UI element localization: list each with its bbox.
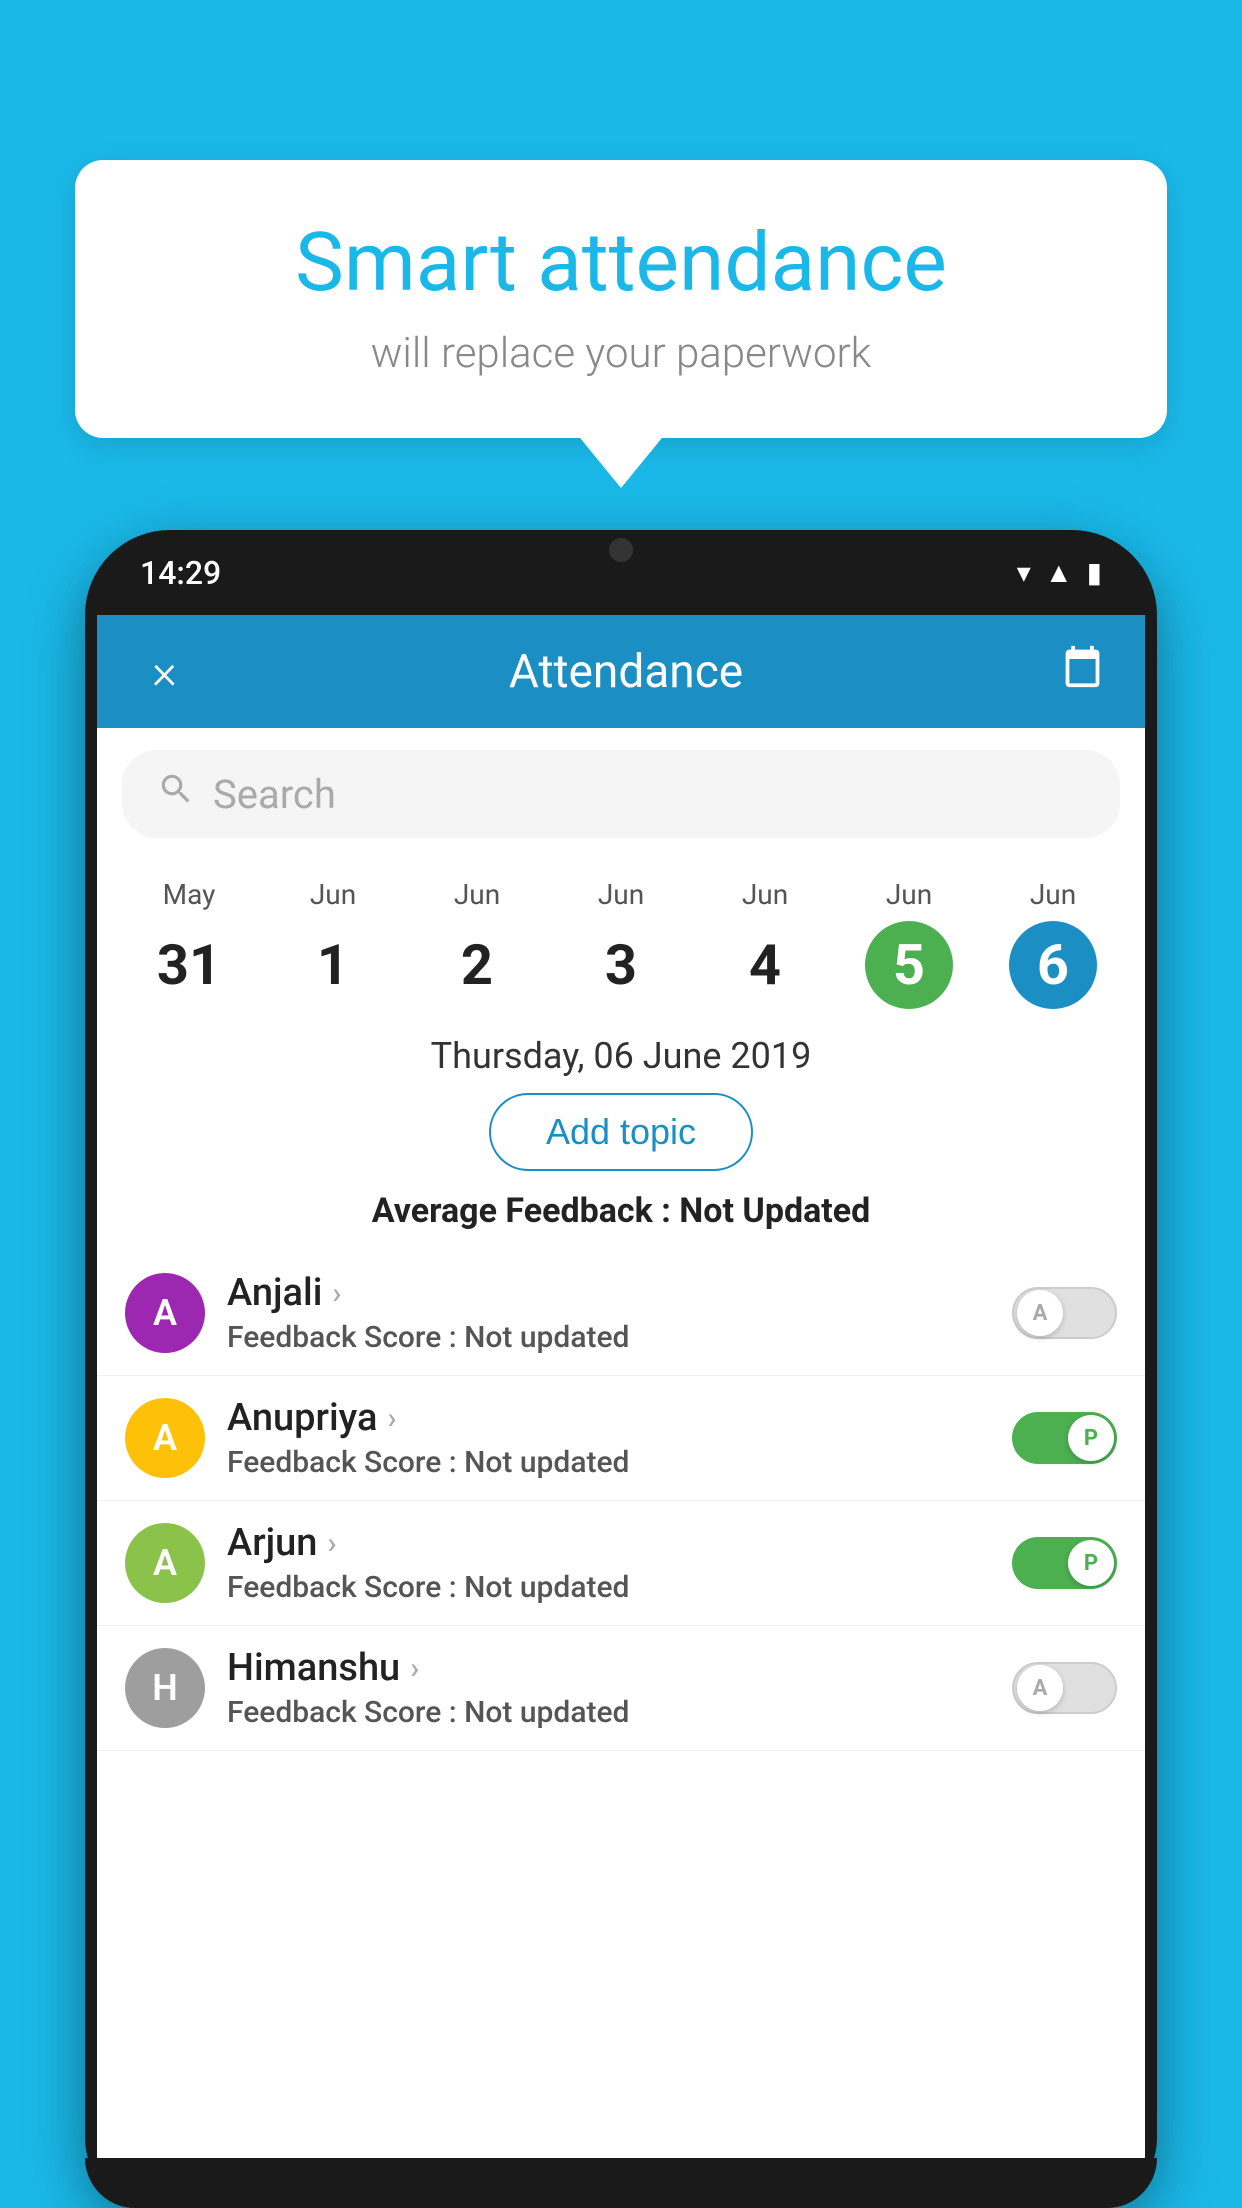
chevron-icon: ›	[410, 1651, 419, 1686]
phone-notch	[561, 530, 681, 570]
date-number: 5	[865, 921, 953, 1009]
selected-date: Thursday, 06 June 2019	[97, 1017, 1145, 1093]
avg-feedback-prefix: Average Feedback :	[372, 1191, 680, 1231]
date-month: Jun	[981, 878, 1125, 911]
phone-time: 14:29	[140, 554, 221, 592]
date-scroll: May 31 Jun 1 Jun 2 Jun 3 Jun 4 Jun 5 Jun…	[97, 860, 1145, 1017]
toggle-switch[interactable]: A	[1012, 1662, 1117, 1714]
toggle-switch[interactable]: P	[1012, 1537, 1117, 1589]
student-avatar: A	[125, 1523, 205, 1603]
student-item-3: H Himanshu › Feedback Score : Not update…	[97, 1626, 1145, 1751]
date-month: Jun	[549, 878, 693, 911]
student-feedback: Feedback Score : Not updated	[227, 1695, 990, 1730]
date-month: May	[117, 878, 261, 911]
battery-icon: ▮	[1087, 556, 1102, 589]
date-number: 31	[145, 921, 233, 1009]
student-name[interactable]: Himanshu ›	[227, 1646, 990, 1690]
date-number: 2	[433, 921, 521, 1009]
date-item-6[interactable]: Jun 6	[981, 878, 1125, 1009]
student-info: Anjali › Feedback Score : Not updated	[227, 1271, 990, 1355]
student-item-2: A Arjun › Feedback Score : Not updated P	[97, 1501, 1145, 1626]
date-item-5[interactable]: Jun 5	[837, 878, 981, 1009]
student-item-0: A Anjali › Feedback Score : Not updated …	[97, 1251, 1145, 1376]
avg-feedback-value: Not Updated	[679, 1191, 870, 1231]
toggle-knob: P	[1068, 1540, 1114, 1586]
toggle-knob: A	[1017, 1290, 1063, 1336]
attendance-toggle[interactable]: P	[1012, 1412, 1117, 1464]
date-number: 3	[577, 921, 665, 1009]
search-placeholder: Search	[213, 771, 336, 818]
student-info: Arjun › Feedback Score : Not updated	[227, 1521, 990, 1605]
front-camera	[609, 538, 633, 562]
date-number: 4	[721, 921, 809, 1009]
student-list: A Anjali › Feedback Score : Not updated …	[97, 1251, 1145, 1751]
calendar-icon[interactable]	[1060, 644, 1105, 700]
toggle-knob: A	[1017, 1665, 1063, 1711]
chevron-icon: ›	[332, 1276, 341, 1311]
app-title: Attendance	[509, 645, 743, 699]
attendance-toggle[interactable]: P	[1012, 1537, 1117, 1589]
date-month: Jun	[405, 878, 549, 911]
student-feedback: Feedback Score : Not updated	[227, 1570, 990, 1605]
toggle-switch[interactable]: P	[1012, 1412, 1117, 1464]
date-item-2[interactable]: Jun 2	[405, 878, 549, 1009]
date-number: 1	[289, 921, 377, 1009]
date-month: Jun	[693, 878, 837, 911]
date-month: Jun	[837, 878, 981, 911]
bubble-title: Smart attendance	[145, 215, 1097, 311]
status-bar: 14:29 ▾ ▲ ▮	[85, 530, 1157, 615]
search-icon	[157, 770, 195, 818]
attendance-toggle[interactable]: A	[1012, 1662, 1117, 1714]
wifi-icon: ▾	[1017, 556, 1031, 589]
student-info: Himanshu › Feedback Score : Not updated	[227, 1646, 990, 1730]
student-feedback: Feedback Score : Not updated	[227, 1445, 990, 1480]
date-item-0[interactable]: May 31	[117, 878, 261, 1009]
app-header: × Attendance	[97, 615, 1145, 728]
student-feedback: Feedback Score : Not updated	[227, 1320, 990, 1355]
phone-frame: 14:29 ▾ ▲ ▮ × Attendance	[85, 530, 1157, 2208]
chevron-icon: ›	[327, 1526, 336, 1561]
phone-bottom	[85, 2158, 1157, 2208]
bubble-subtitle: will replace your paperwork	[145, 329, 1097, 378]
chevron-icon: ›	[387, 1401, 396, 1436]
student-avatar: A	[125, 1398, 205, 1478]
date-month: Jun	[261, 878, 405, 911]
date-item-3[interactable]: Jun 3	[549, 878, 693, 1009]
student-avatar: A	[125, 1273, 205, 1353]
student-name[interactable]: Arjun ›	[227, 1521, 990, 1565]
student-avatar: H	[125, 1648, 205, 1728]
search-bar[interactable]: Search	[122, 750, 1120, 838]
student-name[interactable]: Anupriya ›	[227, 1396, 990, 1440]
date-item-1[interactable]: Jun 1	[261, 878, 405, 1009]
date-item-4[interactable]: Jun 4	[693, 878, 837, 1009]
close-button[interactable]: ×	[137, 643, 192, 700]
speech-bubble: Smart attendance will replace your paper…	[75, 160, 1167, 438]
add-topic-button[interactable]: Add topic	[489, 1093, 753, 1171]
student-info: Anupriya › Feedback Score : Not updated	[227, 1396, 990, 1480]
avg-feedback: Average Feedback : Not Updated	[97, 1191, 1145, 1231]
toggle-switch[interactable]: A	[1012, 1287, 1117, 1339]
student-item-1: A Anupriya › Feedback Score : Not update…	[97, 1376, 1145, 1501]
phone-screen: × Attendance Search May 31 Jun 1	[97, 615, 1145, 2158]
student-name[interactable]: Anjali ›	[227, 1271, 990, 1315]
status-icons: ▾ ▲ ▮	[1017, 556, 1102, 589]
toggle-knob: P	[1068, 1415, 1114, 1461]
date-number: 6	[1009, 921, 1097, 1009]
attendance-toggle[interactable]: A	[1012, 1287, 1117, 1339]
signal-icon: ▲	[1045, 556, 1073, 589]
